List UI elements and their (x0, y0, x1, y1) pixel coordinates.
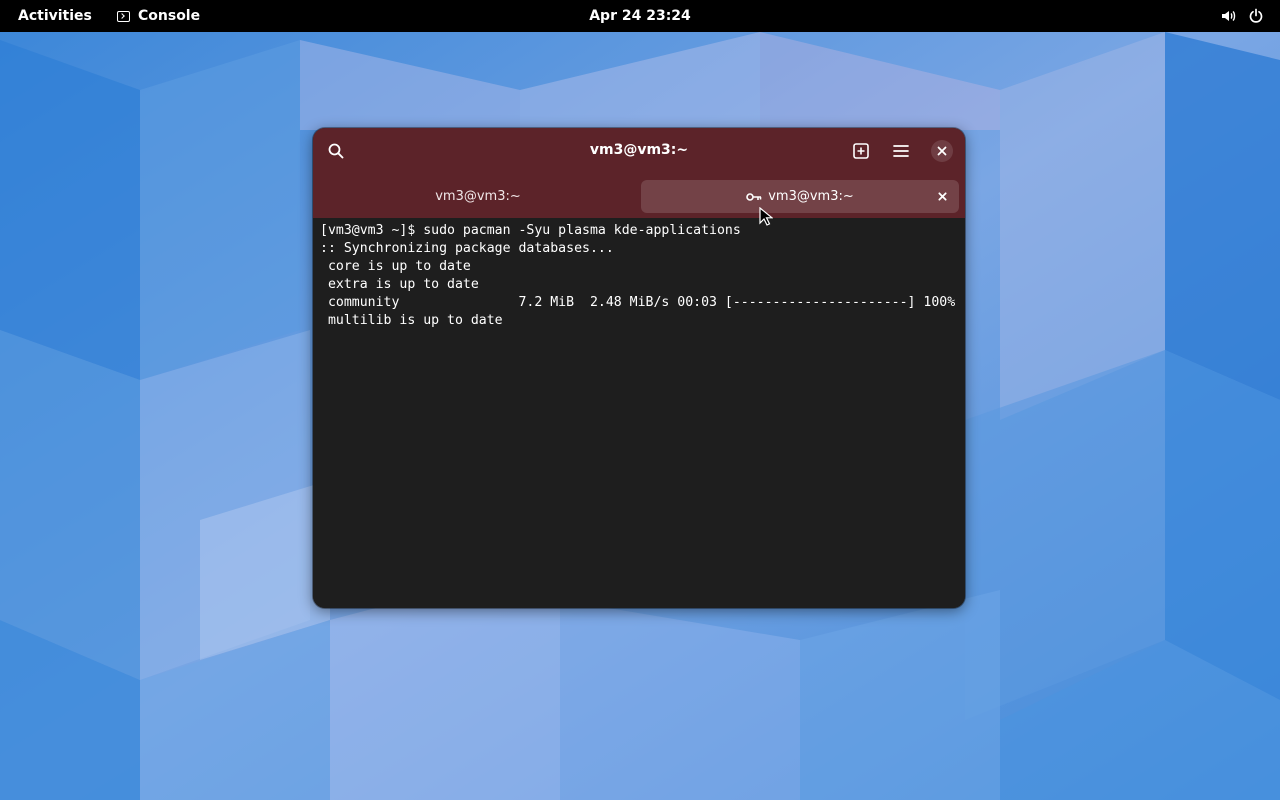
top-bar: Activities Console Apr 24 23:24 (0, 0, 1280, 32)
console-window: vm3@vm3:~ vm3@vm3:~ vm3@vm3:~ [vm3@vm3 ~… (313, 128, 965, 608)
tab-close-button[interactable] (931, 185, 953, 207)
tab-1[interactable]: vm3@vm3:~ (319, 180, 637, 213)
window-close-button[interactable] (931, 140, 953, 162)
main-menu-button[interactable] (886, 136, 916, 166)
volume-icon (1220, 8, 1236, 24)
tab-label: vm3@vm3:~ (768, 189, 854, 204)
terminal-line: extra is up to date (320, 277, 479, 292)
power-icon (1248, 8, 1264, 24)
search-icon (328, 143, 344, 159)
activities-button[interactable]: Activities (18, 0, 92, 32)
app-menu-button[interactable]: Console (117, 0, 200, 32)
key-icon (746, 192, 762, 201)
mouse-pointer-icon (759, 207, 773, 226)
search-button[interactable] (321, 136, 351, 166)
new-tab-button[interactable] (846, 136, 876, 166)
app-name: Console (138, 8, 201, 24)
close-icon (937, 146, 947, 156)
close-icon (937, 191, 947, 201)
terminal-view[interactable]: [vm3@vm3 ~]$ sudo pacman -Syu plasma kde… (313, 218, 965, 608)
terminal-line: community 7.2 MiB 2.48 MiB/s 00:03 [----… (320, 295, 956, 310)
header-bar: vm3@vm3:~ (313, 128, 965, 173)
terminal-line: [vm3@vm3 ~]$ sudo pacman -Syu plasma kde… (320, 223, 741, 238)
terminal-line: multilib is up to date (320, 313, 503, 328)
terminal-line: core is up to date (320, 259, 471, 274)
terminal-prompt-icon (117, 10, 130, 22)
clock-button[interactable]: Apr 24 23:24 (589, 8, 691, 24)
tab-bar: vm3@vm3:~ vm3@vm3:~ (313, 173, 965, 218)
terminal-output: [vm3@vm3 ~]$ sudo pacman -Syu plasma kde… (313, 218, 965, 330)
system-tray[interactable] (1220, 0, 1264, 32)
menu-icon (893, 145, 909, 157)
new-tab-icon (853, 143, 869, 159)
tab-2-active[interactable]: vm3@vm3:~ (641, 180, 959, 213)
terminal-line: :: Synchronizing package databases... (320, 241, 614, 256)
tab-label: vm3@vm3:~ (435, 189, 521, 204)
